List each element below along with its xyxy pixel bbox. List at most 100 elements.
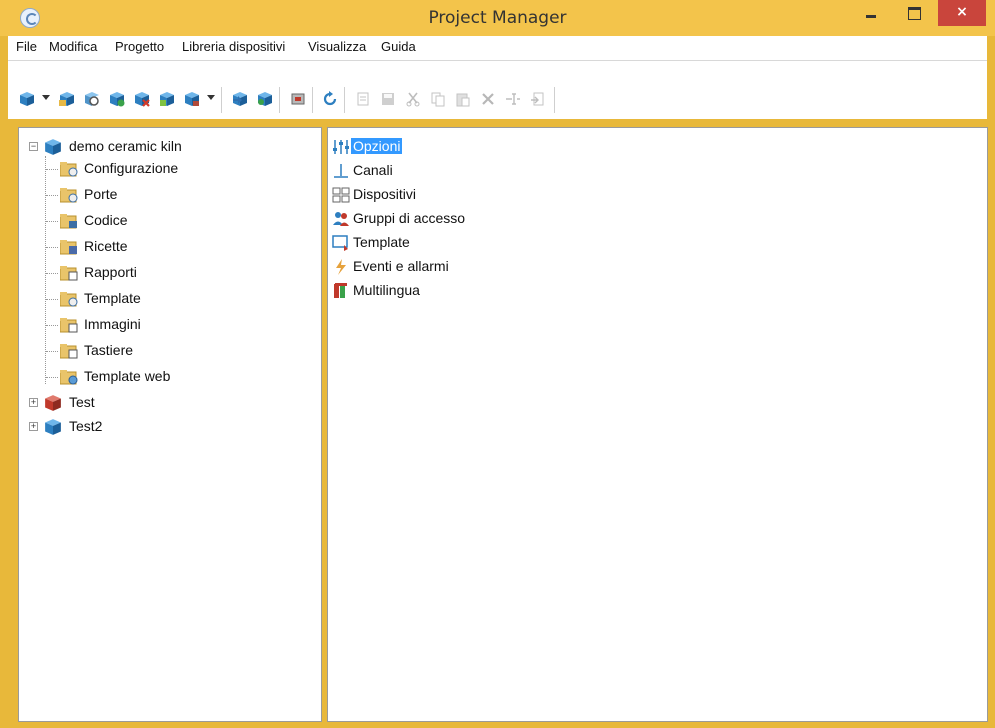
search-project-icon[interactable] <box>81 88 103 110</box>
tree-label: Test <box>69 394 95 410</box>
tree-label: Template web <box>84 368 171 384</box>
tree-item-test[interactable]: + Test <box>27 392 317 414</box>
import-icon[interactable] <box>527 88 549 110</box>
tree-item-template-web[interactable]: Template web <box>46 366 316 388</box>
template-folder-icon <box>60 292 78 307</box>
tree-item-rapporti[interactable]: Rapporti <box>46 262 316 284</box>
tree-item-test2[interactable]: + Test2 <box>27 416 317 438</box>
upload-icon[interactable] <box>254 88 276 110</box>
tree-label: Tastiere <box>84 342 134 358</box>
new-project-dropdown-icon[interactable] <box>42 95 50 100</box>
open-project-icon[interactable] <box>56 88 78 110</box>
menu-guida[interactable]: Guida <box>381 39 416 54</box>
channels-icon <box>334 164 348 178</box>
more-project-icon[interactable] <box>181 88 203 110</box>
tree-item-ricette[interactable]: Ricette <box>46 236 316 258</box>
paste-icon[interactable] <box>452 88 474 110</box>
tree-line <box>46 221 58 222</box>
template-icon <box>332 235 348 251</box>
images-folder-icon <box>60 318 78 333</box>
toolbar-separator <box>221 87 222 113</box>
add-project-icon[interactable] <box>106 88 128 110</box>
menu-bar: File Modifica Progetto Libreria disposit… <box>8 36 987 61</box>
tree-item-template[interactable]: Template <box>46 288 316 310</box>
project-manager-window: Project Manager × File Modifica Progetto… <box>0 0 995 728</box>
list-item-opzioni[interactable]: Opzioni <box>332 136 632 158</box>
list-label: Template <box>353 234 410 250</box>
title-bar[interactable]: Project Manager × <box>0 0 995 36</box>
web-template-folder-icon <box>60 370 78 385</box>
project-cube-icon <box>45 419 61 435</box>
toolbar <box>8 61 987 119</box>
options-sliders-icon <box>333 140 349 154</box>
toolbar-separator <box>312 87 313 113</box>
maximize-button[interactable] <box>893 0 937 26</box>
tree-label: Codice <box>84 212 128 228</box>
tree-line <box>46 325 58 326</box>
toolbar-row <box>8 85 987 113</box>
close-button[interactable]: × <box>938 0 986 26</box>
menu-modifica[interactable]: Modifica <box>49 39 97 54</box>
toolbar-separator <box>554 87 555 113</box>
new-project-icon[interactable] <box>16 88 38 110</box>
menu-progetto[interactable]: Progetto <box>115 39 164 54</box>
more-project-dropdown-icon[interactable] <box>207 95 215 100</box>
tree-line <box>46 377 58 378</box>
list-item-template[interactable]: Template <box>332 232 632 254</box>
code-folder-icon <box>60 214 77 229</box>
list-label: Eventi e allarmi <box>353 258 449 274</box>
tree-item-codice[interactable]: Codice <box>46 210 316 232</box>
tree-line <box>46 351 58 352</box>
copy-icon[interactable] <box>427 88 449 110</box>
tree-line <box>46 299 58 300</box>
new-icon[interactable] <box>352 88 374 110</box>
list-item-dispositivi[interactable]: Dispositivi <box>332 184 632 206</box>
list-label: Multilingua <box>353 282 420 298</box>
refresh-icon[interactable] <box>319 88 341 110</box>
tree-item-porte[interactable]: Porte <box>46 184 316 206</box>
tree-label: demo ceramic kiln <box>69 138 182 154</box>
menu-file[interactable]: File <box>16 39 37 54</box>
expand-toggle-icon[interactable]: + <box>29 422 38 431</box>
menu-visualizza[interactable]: Visualizza <box>308 39 366 54</box>
list-label: Dispositivi <box>353 186 417 202</box>
tree-label: Rapporti <box>84 264 137 280</box>
list-item-eventi-e-allarmi[interactable]: Eventi e allarmi <box>332 256 632 278</box>
list-item-gruppi-di-accesso[interactable]: Gruppi di accesso <box>332 208 632 230</box>
cut-icon[interactable] <box>402 88 424 110</box>
rename-icon[interactable] <box>502 88 524 110</box>
tree-line <box>46 247 58 248</box>
access-groups-icon <box>333 212 349 226</box>
tree-label: Immagini <box>84 316 141 332</box>
tree-item-demo-ceramic-kiln[interactable]: − demo ceramic kiln <box>27 136 317 158</box>
window-title: Project Manager <box>428 8 567 28</box>
tree-item-tastiere[interactable]: Tastiere <box>46 340 316 362</box>
properties-icon[interactable] <box>156 88 178 110</box>
delete-project-icon[interactable] <box>131 88 153 110</box>
device-icon[interactable] <box>287 88 309 110</box>
tree-item-immagini[interactable]: Immagini <box>46 314 316 336</box>
tree-item-configurazione[interactable]: Configurazione <box>46 158 316 180</box>
project-tree[interactable]: − demo ceramic kiln Configurazione Porte… <box>18 127 322 722</box>
project-details-list[interactable]: Opzioni Canali Dispositivi Gruppi di acc… <box>327 127 988 722</box>
events-alarms-icon <box>336 259 346 275</box>
save-icon[interactable] <box>377 88 399 110</box>
list-label: Canali <box>353 162 393 178</box>
list-label: Opzioni <box>351 138 403 154</box>
expand-toggle-icon[interactable]: + <box>29 398 38 407</box>
delete-icon[interactable] <box>477 88 499 110</box>
collapse-toggle-icon[interactable]: − <box>29 142 38 151</box>
tree-line <box>46 273 58 274</box>
keyboards-folder-icon <box>60 344 78 359</box>
project-cube-icon <box>45 395 61 411</box>
tree-line <box>46 169 58 170</box>
list-item-multilingua[interactable]: Multilingua <box>332 280 632 302</box>
toolbar-separator <box>344 87 345 113</box>
minimize-button[interactable] <box>848 0 892 26</box>
tree-label: Configurazione <box>84 160 179 176</box>
toolbar-separator <box>279 87 280 113</box>
list-item-canali[interactable]: Canali <box>332 160 632 182</box>
download-icon[interactable] <box>229 88 251 110</box>
tree-label: Template <box>84 290 141 306</box>
menu-libreria-dispositivi[interactable]: Libreria dispositivi <box>182 39 285 54</box>
